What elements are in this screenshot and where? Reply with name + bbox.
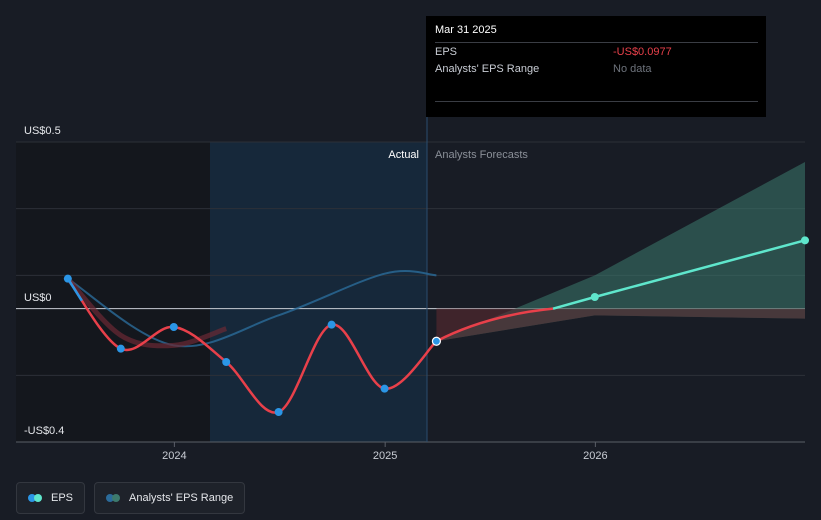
y-label-top: US$0.5 (24, 125, 61, 137)
tooltip-eps-label: EPS (435, 45, 458, 58)
actual-highlight (210, 142, 427, 442)
eps-point (327, 320, 336, 329)
legend-range-label: Analysts' EPS Range (129, 492, 234, 504)
y-label-bottom: -US$0.4 (24, 425, 64, 437)
legend-eps-label: EPS (51, 492, 74, 504)
eps-point (222, 358, 231, 366)
eps-point (169, 323, 178, 331)
eps-point (116, 344, 125, 353)
eps-point (274, 408, 283, 416)
tooltip-eps-row: EPS -US$0.0977 (435, 42, 758, 60)
eps-point (63, 274, 72, 283)
y-label-zero: US$0 (24, 292, 52, 304)
tooltip-eps-value: -US$0.0977 (613, 45, 672, 58)
legend: EPS Analysts' EPS Range (16, 482, 246, 514)
eps-point (380, 384, 389, 393)
eps-legend-icon (28, 494, 44, 502)
tooltip: Mar 31 2025 EPS -US$0.0977 Analysts' EPS… (426, 16, 766, 117)
tooltip-range-value: No data (613, 62, 652, 75)
legend-eps-button[interactable]: EPS (16, 482, 86, 514)
eps-point-selected (431, 336, 442, 346)
x-tick-label: 2026 (583, 450, 607, 462)
range-band-negative-area (436, 308, 805, 342)
tooltip-spacer (435, 77, 758, 102)
legend-range-button[interactable]: Analysts' EPS Range (94, 482, 246, 514)
tooltip-range-label: Analysts' EPS Range (435, 62, 540, 75)
tooltip-range-row: Analysts' EPS Range No data (435, 60, 758, 77)
region-label-actual: Actual (388, 149, 419, 161)
x-tick-label: 2025 (373, 450, 397, 462)
range-legend-icon (106, 494, 122, 502)
x-tick-label: 2024 (162, 450, 186, 462)
tooltip-date: Mar 31 2025 (435, 24, 497, 36)
region-label-forecast: Analysts Forecasts (435, 149, 528, 161)
eps-forecast-point (590, 293, 599, 301)
eps-forecast-point (801, 236, 809, 245)
